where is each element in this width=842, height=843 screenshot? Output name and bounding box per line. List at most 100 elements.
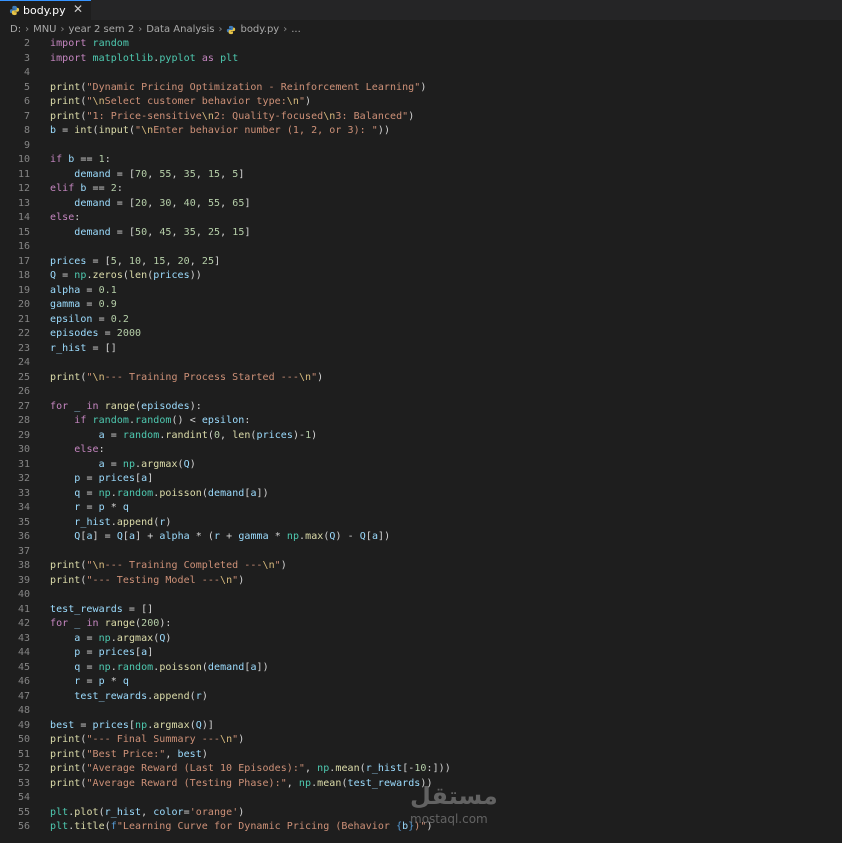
- code-line[interactable]: 52 print("Average Reward (Last 10 Episode…: [0, 762, 842, 776]
- line-number: 21: [17, 313, 30, 325]
- code-line[interactable]: 40: [0, 588, 842, 602]
- code-line[interactable]: 15 demand = [50, 45, 35, 25, 15]: [0, 226, 842, 240]
- code-line[interactable]: 45 q = np.random.poisson(demand[a]): [0, 661, 842, 675]
- breadcrumb-file[interactable]: body.py: [240, 24, 279, 35]
- code-line[interactable]: 24: [0, 356, 842, 370]
- code-line[interactable]: 19 alpha = 0.1: [0, 284, 842, 298]
- code-line[interactable]: 3 import matplotlib.pyplot as plt: [0, 52, 842, 66]
- code-line[interactable]: 12 elif b == 2:: [0, 182, 842, 196]
- line-number: 45: [17, 661, 30, 673]
- line-number: 35: [17, 516, 30, 528]
- line-number: 11: [17, 168, 30, 180]
- code-line[interactable]: 26: [0, 385, 842, 399]
- code-text: test_rewards.append(r): [74, 690, 208, 702]
- code-text: b = int(input("\nEnter behavior number (…: [50, 125, 391, 136]
- line-number: 49: [17, 719, 30, 731]
- code-line[interactable]: 47 test_rewards.append(r): [0, 690, 842, 704]
- code-line[interactable]: 5 print("Dynamic Pricing Optimization - R…: [0, 81, 842, 95]
- code-text: p = prices[a]: [74, 473, 154, 484]
- line-number: 39: [17, 574, 30, 586]
- code-line[interactable]: 43 a = np.argmax(Q): [0, 632, 842, 646]
- line-number: 13: [17, 197, 30, 209]
- close-icon[interactable]: ✕: [73, 2, 83, 16]
- code-line[interactable]: 10 if b == 1:: [0, 153, 842, 167]
- breadcrumb-folder-data-analysis[interactable]: Data Analysis: [146, 24, 214, 35]
- code-line[interactable]: 16: [0, 240, 842, 254]
- code-line[interactable]: 50 print("--- Final Summary ---\n"): [0, 733, 842, 747]
- code-line[interactable]: 29 a = random.randint(0, len(prices)-1): [0, 429, 842, 443]
- code-line[interactable]: 7 print("1: Price-sensitive\n2: Quality-f…: [0, 110, 842, 124]
- code-line[interactable]: 21 epsilon = 0.2: [0, 313, 842, 327]
- line-number: 25: [17, 371, 30, 383]
- code-line[interactable]: 11 demand = [70, 55, 35, 15, 5]: [0, 168, 842, 182]
- line-number: 18: [17, 270, 30, 281]
- breadcrumb-folder-mnu[interactable]: MNU: [33, 24, 56, 35]
- code-line[interactable]: 30 else:: [0, 443, 842, 457]
- code-line[interactable]: 2 import random: [0, 37, 842, 51]
- code-line[interactable]: 41 test_rewards = []: [0, 603, 842, 617]
- code-line[interactable]: 22 episodes = 2000: [0, 327, 842, 341]
- code-line[interactable]: 8 b = int(input("\nEnter behavior number …: [0, 124, 842, 138]
- code-line[interactable]: 31 a = np.argmax(Q): [0, 458, 842, 472]
- code-text: alpha = 0.1: [50, 284, 117, 296]
- code-line[interactable]: 51 print("Best Price:", best): [0, 748, 842, 762]
- code-line[interactable]: 37: [0, 545, 842, 559]
- code-line[interactable]: 49 best = prices[np.argmax(Q)]: [0, 719, 842, 733]
- code-text: if random.random() < epsilon:: [74, 415, 251, 426]
- breadcrumb-symbols[interactable]: ...: [291, 24, 301, 35]
- code-line[interactable]: 34 r = p * q: [0, 501, 842, 515]
- code-text: print("Average Reward (Testing Phase):",…: [50, 777, 433, 789]
- python-file-icon: [9, 5, 20, 16]
- code-text: for _ in range(episodes):: [50, 400, 202, 412]
- code-text: gamma = 0.9: [50, 299, 117, 310]
- watermark-logo: مستقل: [410, 782, 498, 810]
- breadcrumb-drive[interactable]: D:: [10, 24, 21, 35]
- code-line[interactable]: 4: [0, 66, 842, 80]
- code-line[interactable]: 46 r = p * q: [0, 675, 842, 689]
- code-text: demand = [20, 30, 40, 55, 65]: [74, 197, 251, 209]
- code-line[interactable]: 25 print("\n--- Training Process Started …: [0, 371, 842, 385]
- line-number: 48: [17, 705, 30, 716]
- line-number: 34: [17, 502, 30, 513]
- line-number: 3: [23, 52, 30, 64]
- code-text: print("--- Final Summary ---\n"): [50, 734, 245, 745]
- chevron-right-icon: ›: [25, 24, 30, 35]
- code-line[interactable]: 44 p = prices[a]: [0, 646, 842, 660]
- line-number: 28: [17, 415, 30, 426]
- code-line[interactable]: 36 Q[a] = Q[a] + alpha * (r + gamma * np…: [0, 530, 842, 544]
- code-line[interactable]: 28 if random.random() < epsilon:: [0, 414, 842, 428]
- tab-body-py[interactable]: body.py ✕: [0, 0, 91, 20]
- code-text: else:: [50, 212, 81, 223]
- code-line[interactable]: 6 print("\nSelect customer behavior type:…: [0, 95, 842, 109]
- code-line[interactable]: 17 prices = [5, 10, 15, 20, 25]: [0, 255, 842, 269]
- line-number: 22: [17, 328, 30, 339]
- code-line[interactable]: 35 r_hist.append(r): [0, 516, 842, 530]
- line-number: 40: [17, 589, 30, 600]
- code-line[interactable]: 20 gamma = 0.9: [0, 298, 842, 312]
- line-number: 42: [17, 618, 30, 629]
- code-line[interactable]: 14 else:: [0, 211, 842, 225]
- chevron-right-icon: ›: [60, 24, 65, 35]
- line-number: 43: [17, 632, 30, 644]
- code-line[interactable]: 9: [0, 139, 842, 153]
- code-line[interactable]: 32 p = prices[a]: [0, 472, 842, 486]
- code-line[interactable]: 18 Q = np.zeros(len(prices)): [0, 269, 842, 283]
- code-line[interactable]: 27 for _ in range(episodes):: [0, 400, 842, 414]
- code-line[interactable]: 33 q = np.random.poisson(demand[a]): [0, 487, 842, 501]
- code-line[interactable]: 38 print("\n--- Training Completed ---\n"…: [0, 559, 842, 573]
- line-number: 8: [23, 125, 30, 136]
- code-text: a = random.randint(0, len(prices)-1): [98, 429, 318, 441]
- code-line[interactable]: 23 r_hist = []: [0, 342, 842, 356]
- line-number: 41: [17, 603, 30, 615]
- line-number: 15: [17, 226, 30, 238]
- code-line[interactable]: 42 for _ in range(200):: [0, 617, 842, 631]
- python-file-icon: [227, 25, 236, 34]
- line-number: 38: [17, 560, 30, 571]
- breadcrumb-folder-year[interactable]: year 2 sem 2: [69, 24, 135, 35]
- code-line[interactable]: 48: [0, 704, 842, 718]
- code-editor[interactable]: 2 import random 3 import matplotlib.pyplot …: [0, 36, 842, 843]
- code-line[interactable]: 39 print("--- Testing Model ---\n"): [0, 574, 842, 588]
- code-text: p = prices[a]: [74, 647, 154, 658]
- line-number: 54: [17, 792, 30, 803]
- code-line[interactable]: 13 demand = [20, 30, 40, 55, 65]: [0, 197, 842, 211]
